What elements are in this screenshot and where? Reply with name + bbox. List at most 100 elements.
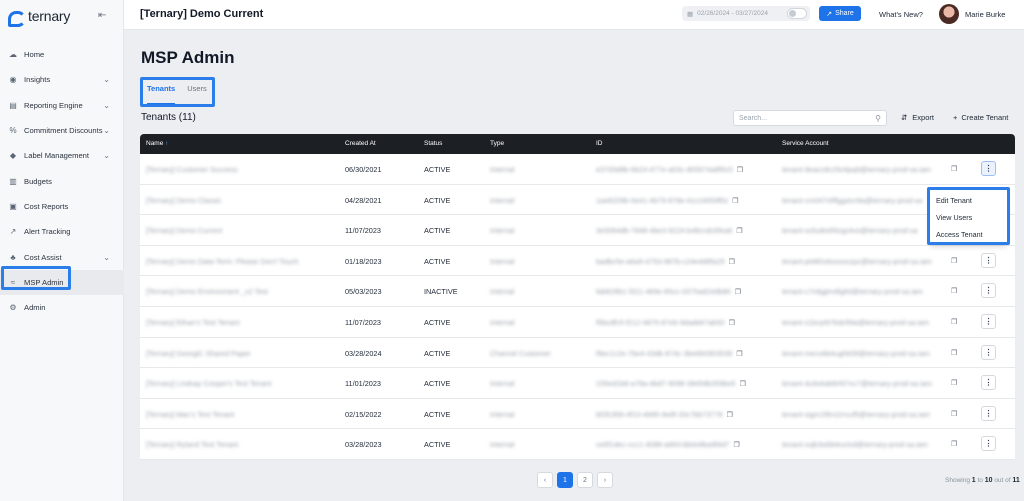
copy-icon[interactable]: ❐ [951, 165, 957, 173]
sidebar-item-cost-reports[interactable]: ▣ Cost Reports [0, 194, 124, 219]
row-actions-kebab-icon[interactable]: ⋮ [981, 283, 996, 299]
table-row[interactable]: [Ternary] Ethan's Test Tenant 11/07/2023 A… [140, 306, 1015, 338]
tenant-name[interactable]: [Ternary] Demo Classic [146, 196, 221, 205]
copy-icon[interactable]: ❐ [729, 258, 735, 266]
tenant-id: 1ae8209b-0e41-4b79-878e-0cc24659f0c [596, 195, 729, 205]
tenant-name[interactable]: [Ternary] Ryland Test Tenant [146, 440, 238, 449]
table-row[interactable]: [Ternary] Customer Success 06/30/2021 ACTI… [140, 154, 1015, 185]
table-row[interactable]: [Ternary] Ryland Test Tenant 03/28/2023 AC… [140, 429, 1015, 460]
chevron-down-icon[interactable]: ⌄ [103, 75, 110, 84]
tenant-id: f9ec1c2e-7be4-43db-874c-3be6b0903539 [596, 348, 733, 358]
copy-icon[interactable]: ❐ [736, 227, 742, 235]
service-account: tenant-sigm1f6rx2rrcuf5@ternary-prod-sa.… [782, 409, 931, 419]
copy-icon[interactable]: ❐ [951, 287, 957, 295]
row-actions-kebab-icon[interactable]: ⋮ [981, 161, 996, 176]
date-range-picker[interactable]: ▦ 02/26/2024 - 03/27/2024 [682, 6, 810, 21]
collapse-sidebar-icon[interactable]: ⇤ [98, 10, 106, 21]
chevron-down-icon[interactable]: ⌄ [103, 151, 110, 160]
copy-icon[interactable]: ❐ [951, 257, 957, 265]
tenant-name[interactable]: [Ternary] Demo Environment _v2 Test [146, 287, 268, 296]
tenant-type: Internal [490, 317, 515, 327]
row-actions-kebab-icon[interactable]: ⋮ [981, 375, 996, 391]
copy-icon[interactable]: ❐ [951, 440, 957, 448]
service-account: tenant-4u9s6ak8rf47nc7@ternary-prod-sa.i… [782, 379, 932, 389]
whats-new-link[interactable]: What's New? [879, 10, 923, 19]
tenant-name[interactable]: [Ternary] Mac's Test Tenant [146, 410, 234, 419]
tenant-name[interactable]: [Ternary] Demo Data-Term: Please Don't T… [146, 257, 299, 266]
sidebar-item-budgets[interactable]: ▥ Budgets [0, 168, 124, 193]
created-at: 02/15/2022 [345, 409, 382, 419]
next-page-icon[interactable]: › [597, 472, 613, 488]
status: INACTIVE [424, 287, 458, 297]
table-row[interactable]: [Ternary] Mac's Test Tenant 02/15/2022 ACT… [140, 398, 1015, 430]
copy-icon[interactable]: ❐ [951, 410, 957, 418]
chevron-down-icon[interactable]: ⌄ [103, 126, 110, 135]
copy-icon[interactable]: ❐ [740, 380, 746, 388]
service-account: tenant-sxjb3s6bt4uclxd@ternary-prod-sa.i… [782, 440, 928, 450]
table-row[interactable]: [Ternary] Demo Current 11/07/2023 ACTIVE In… [140, 215, 1015, 246]
table-row[interactable]: [Ternary] Demo Classic 04/28/2021 ACTIVE In… [140, 184, 1015, 216]
user-name[interactable]: Marie Burke [965, 10, 1005, 19]
row-actions-kebab-icon[interactable]: ⋮ [981, 436, 996, 452]
copy-icon[interactable]: ❐ [736, 350, 742, 358]
copy-icon[interactable]: ❐ [733, 441, 739, 449]
page-button-1[interactable]: 1 [557, 472, 573, 488]
copy-icon[interactable]: ❐ [737, 166, 743, 174]
sidebar-item-label: Admin [24, 303, 46, 313]
row-actions-kebab-icon[interactable]: ⋮ [981, 405, 996, 421]
row-actions-kebab-icon[interactable]: ⋮ [981, 313, 996, 329]
tenant-name[interactable]: [Ternary] Lindsay Cooper's Test Tenant [146, 379, 272, 388]
bar-chart-icon: ▤ [9, 100, 17, 110]
column-header-id[interactable]: ID [596, 140, 603, 147]
prev-page-icon[interactable]: ‹ [537, 472, 553, 488]
tenant-name[interactable]: [Ternary] Demo Current [146, 226, 222, 235]
avatar[interactable] [939, 4, 959, 24]
sidebar-item-insights[interactable]: ◉ Insights ⌄ [0, 67, 124, 92]
chevron-down-icon[interactable]: ⌄ [103, 101, 110, 110]
copy-icon[interactable]: ❐ [732, 197, 738, 205]
copy-icon[interactable]: ❐ [951, 379, 957, 387]
row-actions-kebab-icon[interactable]: ⋮ [981, 252, 996, 268]
sidebar-item-label: Commitment Discounts [24, 126, 103, 136]
search-input[interactable] [739, 114, 859, 122]
date-compare-toggle[interactable] [787, 8, 807, 19]
sidebar-item-admin[interactable]: ⚙ Admin [0, 295, 124, 320]
tenant-name[interactable]: [Ternary] GeorgiC Shared Paper [146, 349, 251, 358]
row-actions-kebab-icon[interactable]: ⋮ [981, 344, 996, 360]
search-icon[interactable]: ⚲ [875, 114, 881, 123]
create-tenant-button[interactable]: + Create Tenant [953, 113, 1008, 122]
column-header-name[interactable]: Name ↑ [146, 140, 168, 147]
column-header-service-account[interactable]: Service Account [782, 140, 829, 147]
copy-icon[interactable]: ❐ [951, 349, 957, 357]
page-button-2[interactable]: 2 [577, 472, 593, 488]
tenant-name[interactable]: [Ternary] Customer Success [146, 165, 238, 174]
table-row[interactable]: [Ternary] Demo Environment _v2 Test 05/03… [140, 276, 1015, 307]
table-row[interactable]: [Ternary] GeorgiC Shared Paper 03/28/2024… [140, 337, 1015, 369]
sidebar-item-commitment-discounts[interactable]: % Commitment Discounts ⌄ [0, 118, 124, 143]
column-header-created[interactable]: Created At [345, 140, 376, 147]
sidebar-item-reporting-engine[interactable]: ▤ Reporting Engine ⌄ [0, 93, 124, 118]
sidebar-item-label-management[interactable]: ◆ Label Management ⌄ [0, 143, 124, 168]
sidebar-item-label: Cost Assist [24, 252, 62, 262]
sidebar-item-home[interactable]: ☁ Home [0, 42, 124, 67]
copy-icon[interactable]: ❐ [951, 318, 957, 326]
export-button[interactable]: ⇵ Export [901, 113, 934, 122]
chevron-down-icon[interactable]: ⌄ [103, 253, 110, 262]
brand-logo[interactable]: ternary [8, 8, 70, 27]
tenant-name[interactable]: [Ternary] Ethan's Test Tenant [146, 318, 240, 327]
copy-icon[interactable]: ❐ [735, 288, 741, 296]
copy-icon[interactable]: ❐ [727, 411, 733, 419]
table-row[interactable]: [Ternary] Demo Data-Term: Please Don't T… [140, 245, 1015, 277]
sidebar-item-label: Alert Tracking [24, 227, 71, 237]
share-button[interactable]: ↗ Share [819, 6, 861, 21]
status: ACTIVE [424, 317, 451, 327]
copy-icon[interactable]: ❐ [729, 319, 735, 327]
create-tenant-label: Create Tenant [961, 113, 1009, 122]
showing-to-word: to [977, 477, 983, 484]
menu-highlight [927, 187, 1010, 245]
column-header-status[interactable]: Status [424, 140, 442, 147]
sidebar-item-alert-tracking[interactable]: ↗ Alert Tracking [0, 219, 124, 244]
service-account: tenant-9eacc8c25c6pq9@ternary-prod-sa.ia… [782, 165, 931, 174]
table-row[interactable]: [Ternary] Lindsay Cooper's Test Tenant 11… [140, 368, 1015, 399]
column-header-type[interactable]: Type [490, 140, 504, 147]
